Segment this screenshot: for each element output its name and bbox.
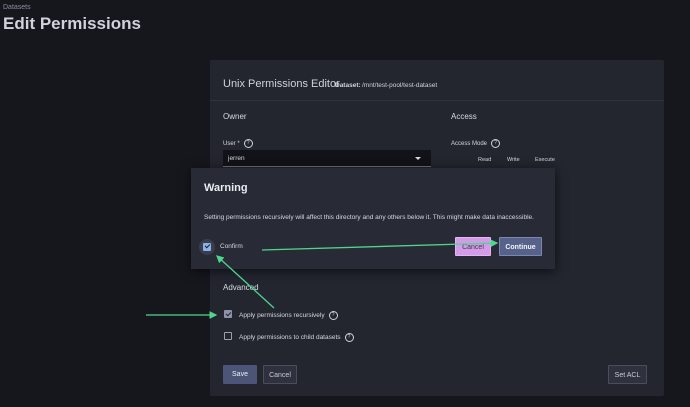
- arrow-to-confirm-checkbox: [216, 255, 275, 309]
- arrow-to-continue-button: [261, 239, 499, 251]
- annotation-arrows: [146, 239, 499, 319]
